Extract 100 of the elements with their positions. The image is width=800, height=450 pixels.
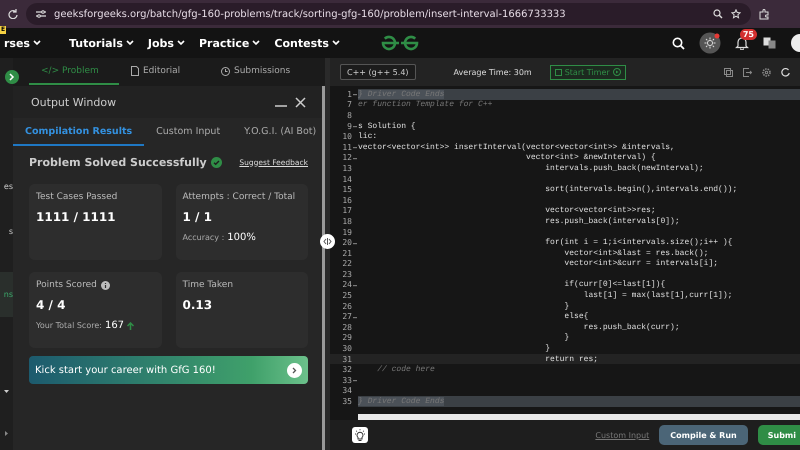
code-line: lic: — [358, 132, 378, 142]
fold-marker-icon[interactable] — [353, 242, 357, 245]
expand-button[interactable] — [5, 70, 19, 84]
output-tab[interactable]: Compilation Results — [13, 118, 144, 146]
sidebar-item[interactable]: es — [0, 182, 13, 191]
chevron-down-icon — [32, 40, 41, 46]
nav-menu-item[interactable]: Practice — [198, 36, 260, 50]
play-icon — [612, 68, 621, 76]
problem-tab[interactable]: Submissions — [209, 59, 299, 85]
caret-right-icon[interactable] — [5, 430, 9, 436]
output-tab[interactable]: Custom Input — [144, 118, 232, 146]
chevron-right-icon — [9, 73, 15, 81]
language-select[interactable]: C++ (g++ 5.4) — [340, 64, 416, 80]
line-number: 27 — [341, 312, 352, 322]
site-info-icon[interactable] — [36, 10, 46, 18]
code-line: vector<vector<int>>res; — [544, 206, 656, 216]
extension-icon[interactable] — [759, 8, 770, 20]
chevron-down-icon — [126, 40, 134, 46]
code-line: vector<int>&curr = intervals[i]; — [563, 259, 718, 268]
line-number: 17 — [341, 206, 352, 216]
problem-tab[interactable]: Editorial — [119, 59, 209, 85]
translate-icon[interactable] — [763, 37, 776, 49]
nav-menu-item[interactable]: Jobs — [148, 36, 185, 50]
promo-banner[interactable]: Kick start your career with GfG 160! — [29, 356, 308, 384]
code-line: vector<int>&last = res.back(); — [563, 248, 708, 258]
nav-menu-item[interactable]: Contests — [274, 36, 340, 50]
code-line: res.push_back(intervals[0]); — [544, 216, 680, 226]
export-icon[interactable] — [743, 68, 752, 76]
info-icon[interactable] — [100, 280, 110, 290]
fold-marker-icon[interactable] — [353, 126, 357, 128]
reload-icon[interactable] — [8, 9, 18, 19]
code-line: vector<int> &newInterval) { — [525, 153, 656, 162]
line-number: 24 — [341, 280, 352, 290]
zoom-icon[interactable] — [713, 9, 723, 19]
start-timer-button[interactable]: Start Timer — [550, 64, 626, 80]
document-icon — [131, 66, 139, 76]
sidebar-item[interactable]: s — [0, 227, 13, 236]
fold-marker-icon[interactable] — [353, 284, 357, 287]
sidebar-item[interactable]: ns — [0, 272, 13, 317]
line-number: 9 — [346, 122, 352, 131]
line-number: 20 — [341, 238, 352, 248]
chevron-down-icon — [252, 40, 260, 46]
clock-icon — [221, 66, 230, 76]
line-number: 14 — [341, 174, 352, 184]
reset-icon[interactable] — [781, 68, 790, 76]
line-number: 16 — [341, 196, 352, 205]
fold-marker-icon[interactable] — [353, 94, 357, 96]
caret-down-icon[interactable] — [4, 390, 9, 394]
line-number: 7 — [346, 100, 352, 110]
compile-run-button[interactable]: Compile & Run — [659, 425, 748, 445]
resize-arrows-icon — [323, 238, 332, 245]
card-title: Attempts : Correct / Total — [182, 192, 296, 202]
search-icon[interactable] — [672, 36, 685, 50]
card-value: 1111 / 1111 — [36, 210, 117, 224]
bell-icon[interactable] — [735, 36, 749, 50]
fold-marker-icon[interactable] — [353, 380, 357, 382]
line-number: 35 — [341, 397, 352, 406]
copy-icon[interactable] — [724, 68, 733, 76]
arrow-button[interactable] — [287, 362, 302, 378]
code-line: } — [563, 302, 570, 311]
fold-marker-icon[interactable] — [353, 316, 357, 319]
nav-menu-item[interactable]: Tutorials — [68, 36, 134, 50]
average-time: Average Time: 30m — [454, 68, 532, 76]
line-number: 30 — [341, 344, 352, 354]
avatar-icon[interactable] — [790, 33, 800, 53]
gfg-logo[interactable] — [380, 35, 420, 51]
fold-marker-icon[interactable] — [353, 147, 357, 150]
code-line: } — [544, 344, 550, 354]
fold-marker-icon[interactable] — [353, 158, 357, 160]
lightbulb-icon — [354, 429, 366, 441]
line-number: 29 — [341, 333, 352, 342]
settings-icon[interactable] — [762, 68, 771, 76]
code-line: res.push_back(curr); — [582, 322, 680, 332]
custom-input-link[interactable]: Custom Input — [595, 430, 650, 440]
close-icon[interactable] — [295, 96, 306, 108]
line-number: 32 — [341, 365, 352, 374]
line-number: 28 — [341, 322, 352, 332]
output-tab[interactable]: Y.O.G.I. (AI Bot) — [232, 118, 328, 146]
window-title: Output Window — [31, 96, 118, 108]
code-line: } — [563, 333, 570, 342]
note-label: Accuracy : — [182, 233, 224, 242]
note-value: 167 — [104, 320, 124, 331]
chevron-right-icon — [292, 366, 297, 374]
nav-menu-item[interactable]: rses — [4, 36, 41, 50]
card-value: 0.13 — [182, 298, 214, 312]
theme-toggle-icon[interactable] — [699, 32, 721, 54]
address-bar[interactable]: geeksforgeeks.org/batch/gfg-160-problems/track/sorting-gfg-160/problem/insert-interval-1666733333 — [26, 3, 751, 25]
star-icon[interactable] — [731, 9, 741, 19]
code-line: last[1] = max(last[1],curr[1]); — [582, 291, 732, 300]
submit-button[interactable]: Submi — [758, 425, 800, 445]
line-number: 10 — [341, 132, 352, 142]
code-line: return res; — [544, 354, 598, 364]
line-number: 8 — [346, 110, 352, 120]
line-number: 18 — [341, 216, 352, 226]
line-number: 22 — [341, 259, 352, 268]
note-label: Your Total Score: — [36, 321, 102, 330]
promo-text: Kick start your career with GfG 160! — [35, 364, 217, 376]
code-line: vector<vector<int>> insertInterval(vector<vector<int>> &intervals, — [358, 142, 675, 152]
hint-button[interactable] — [352, 427, 368, 443]
card-title: Points Scored — [36, 280, 97, 290]
